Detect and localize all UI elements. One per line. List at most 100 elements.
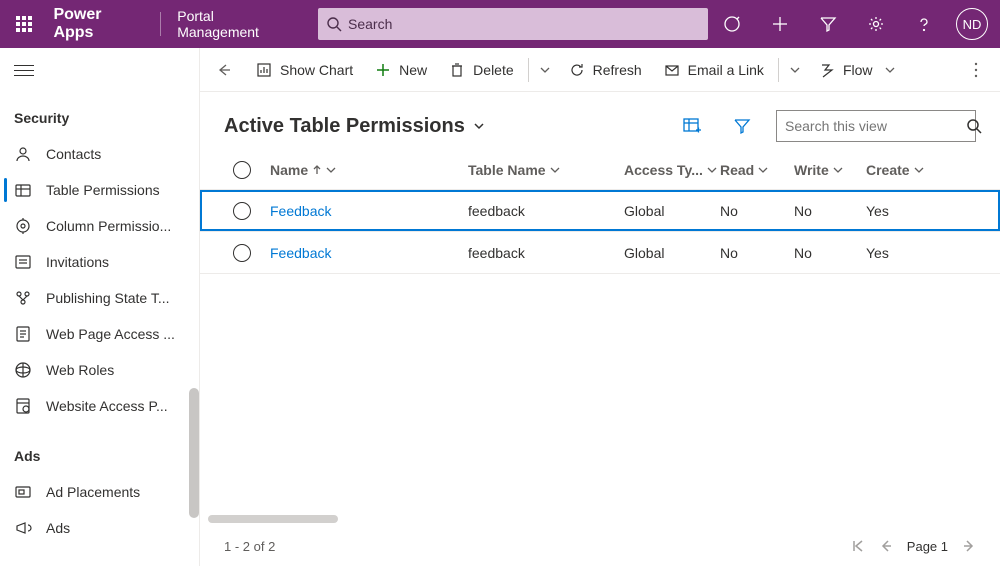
row-selector[interactable]: [233, 202, 251, 220]
show-chart-button[interactable]: Show Chart: [246, 54, 363, 86]
cell-create: Yes: [866, 203, 936, 219]
grid-horizontal-scrollbar[interactable]: [200, 512, 1000, 526]
more-vertical-icon: [974, 62, 978, 78]
funnel-icon: [733, 117, 751, 135]
web-page-access-icon: [14, 325, 32, 343]
refresh-button[interactable]: Refresh: [559, 54, 652, 86]
sidebar-item-web-roles[interactable]: Web Roles: [0, 352, 199, 388]
email-link-button[interactable]: Email a Link: [654, 54, 774, 86]
settings-button[interactable]: [852, 0, 900, 48]
column-header-table-name[interactable]: Table Name: [468, 162, 624, 178]
quick-find-input[interactable]: [785, 118, 966, 134]
filter-button[interactable]: [804, 0, 852, 48]
view-title-dropdown[interactable]: Active Table Permissions: [224, 115, 485, 138]
sidebar-item-label: Ads: [46, 520, 185, 536]
assistant-button[interactable]: [708, 0, 756, 48]
sidebar-item-publishing-state[interactable]: Publishing State T...: [0, 280, 199, 316]
column-header-create[interactable]: Create: [866, 162, 936, 178]
chevron-down-icon: [550, 165, 560, 175]
main-area: Show Chart New Delete Refresh Email a Li…: [200, 48, 1000, 566]
new-button[interactable]: New: [365, 54, 437, 86]
data-grid: Name Table Name Access Ty... Read: [200, 150, 1000, 566]
help-button[interactable]: [900, 0, 948, 48]
select-all-circle-icon: [233, 161, 251, 179]
sidebar-scrollbar[interactable]: [189, 388, 199, 518]
sidebar-item-table-permissions[interactable]: Table Permissions: [0, 172, 199, 208]
first-page-button[interactable]: [851, 539, 865, 553]
quick-find-button[interactable]: [966, 118, 982, 134]
avatar-initials: ND: [963, 17, 982, 32]
sidebar-item-contacts[interactable]: Contacts: [0, 136, 199, 172]
email-link-split-button[interactable]: [783, 54, 807, 86]
column-header-label: Create: [866, 162, 910, 178]
flow-button[interactable]: Flow: [809, 54, 905, 86]
sidebar-item-label: Table Permissions: [46, 182, 185, 198]
view-header: Active Table Permissions: [200, 92, 1000, 150]
more-commands-button[interactable]: [960, 54, 992, 86]
chevron-down-icon: [833, 165, 843, 175]
command-label: Email a Link: [688, 62, 764, 78]
app-launcher-button[interactable]: [0, 0, 47, 48]
column-header-write[interactable]: Write: [794, 162, 866, 178]
row-selector[interactable]: [233, 244, 251, 262]
web-roles-icon: [14, 361, 32, 379]
cell-access-type: Global: [624, 203, 720, 219]
record-range: 1 - 2 of 2: [224, 539, 275, 554]
plus-icon: [375, 62, 391, 78]
command-label: Refresh: [593, 62, 642, 78]
grid-header: Name Table Name Access Ty... Read: [200, 150, 1000, 190]
chevron-down-icon: [914, 165, 924, 175]
sidebar-item-ads[interactable]: Ads: [0, 510, 199, 546]
global-search-input[interactable]: [342, 16, 700, 32]
prev-page-button[interactable]: [879, 539, 893, 553]
sidebar-item-label: Web Page Access ...: [46, 326, 185, 342]
sidebar-toggle-button[interactable]: [14, 60, 34, 80]
next-page-icon: [962, 539, 976, 553]
grid-footer: 1 - 2 of 2 Page 1: [200, 526, 1000, 566]
delete-split-button[interactable]: [533, 54, 557, 86]
table-row[interactable]: Feedback feedback Global No No Yes: [200, 232, 1000, 274]
user-avatar[interactable]: ND: [956, 8, 988, 40]
column-header-access-type[interactable]: Access Ty...: [624, 162, 720, 178]
view-title-text: Active Table Permissions: [224, 115, 465, 138]
search-icon: [966, 118, 982, 134]
column-header-label: Write: [794, 162, 829, 178]
add-button[interactable]: [756, 0, 804, 48]
scrollbar-thumb[interactable]: [208, 515, 338, 523]
edit-columns-button[interactable]: [676, 110, 708, 142]
column-header-read[interactable]: Read: [720, 162, 794, 178]
sidebar-item-label: Web Roles: [46, 362, 185, 378]
delete-button[interactable]: Delete: [439, 54, 523, 86]
command-label: Delete: [473, 62, 513, 78]
cell-read: No: [720, 203, 794, 219]
select-all-column[interactable]: [214, 161, 270, 179]
sidebar-item-label: Ad Placements: [46, 484, 185, 500]
cell-create: Yes: [866, 245, 936, 261]
column-header-label: Access Ty...: [624, 162, 703, 178]
next-page-button[interactable]: [962, 539, 976, 553]
command-label: Flow: [843, 62, 873, 78]
ads-icon: [14, 519, 32, 537]
table-row[interactable]: Feedback feedback Global No No Yes: [200, 190, 1000, 232]
sidebar-item-web-page-access[interactable]: Web Page Access ...: [0, 316, 199, 352]
record-link[interactable]: Feedback: [270, 245, 331, 261]
chevron-down-icon: [707, 165, 717, 175]
column-header-label: Name: [270, 162, 308, 178]
edit-filters-button[interactable]: [726, 110, 758, 142]
search-icon: [326, 16, 342, 32]
first-page-icon: [851, 539, 865, 553]
app-subtitle[interactable]: Portal Management: [161, 8, 314, 40]
record-link[interactable]: Feedback: [270, 203, 331, 219]
sidebar-item-ad-placements[interactable]: Ad Placements: [0, 474, 199, 510]
gear-icon: [867, 15, 885, 33]
command-separator: [778, 58, 779, 82]
chevron-down-icon: [540, 65, 550, 75]
app-name: Power Apps: [47, 6, 160, 42]
sidebar-item-invitations[interactable]: Invitations: [0, 244, 199, 280]
back-button[interactable]: [208, 54, 240, 86]
global-search[interactable]: [318, 8, 708, 40]
sidebar-item-website-access[interactable]: Website Access P...: [0, 388, 199, 424]
trash-icon: [449, 62, 465, 78]
sidebar-item-column-permissions[interactable]: Column Permissio...: [0, 208, 199, 244]
column-header-name[interactable]: Name: [270, 162, 468, 178]
